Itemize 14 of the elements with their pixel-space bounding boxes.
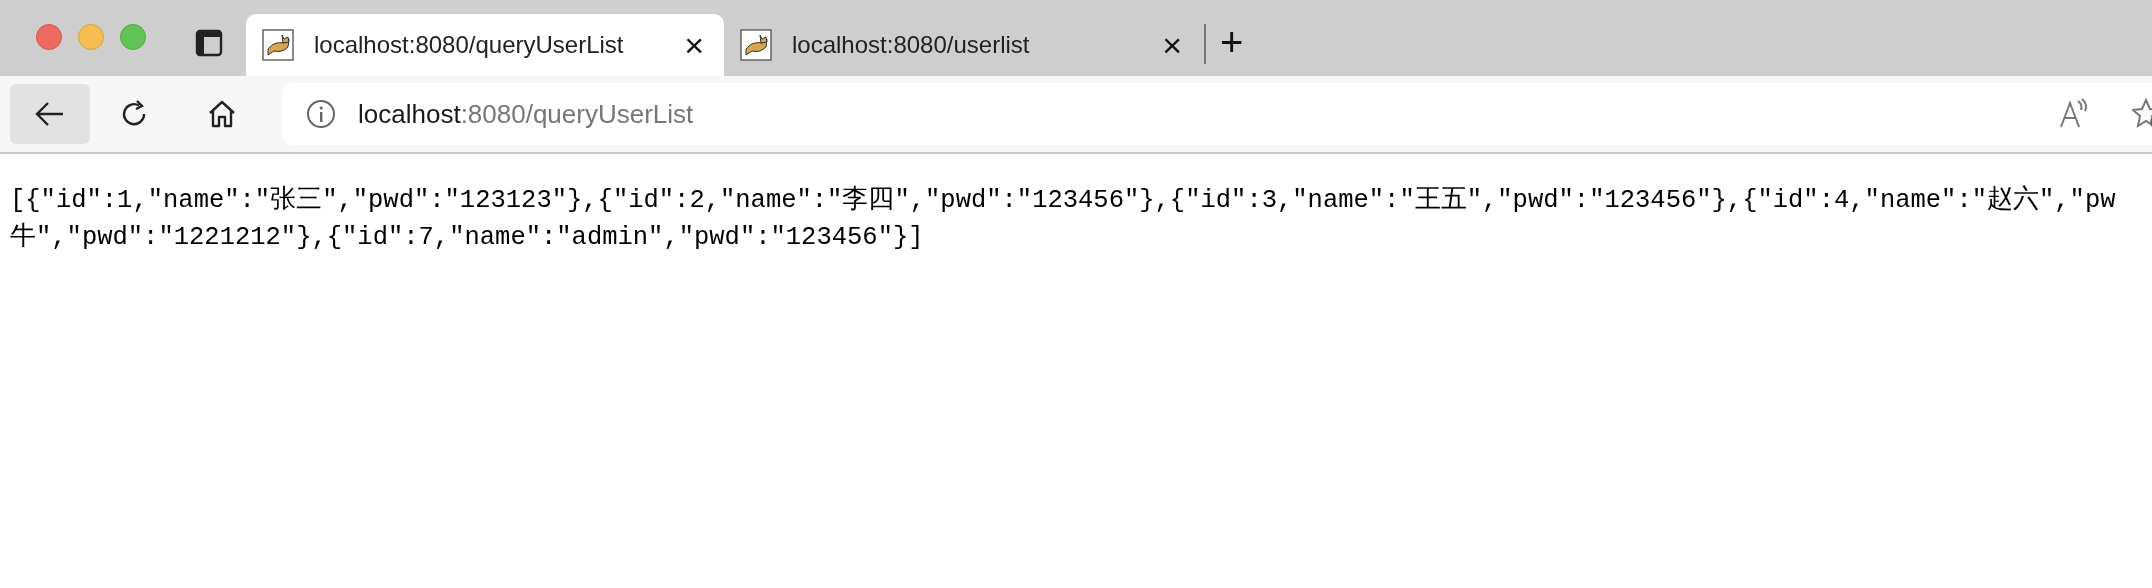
sidebar-icon[interactable] [194, 28, 224, 58]
json-text: 牛","pwd":"1221212"},{"id":7,"name":"admin","pwd":"123456"}] [10, 221, 925, 254]
tab-title: localhost:8080/queryUserList [314, 31, 625, 59]
browser-tab[interactable]: localhost:8080/queryUserList × [246, 14, 724, 76]
close-tab-button[interactable]: × [1158, 28, 1186, 62]
new-tab-button[interactable]: + [1220, 22, 1244, 62]
address-bar[interactable]: localhost:8080/queryUserList [282, 83, 2152, 145]
back-button[interactable] [10, 84, 90, 144]
close-tab-button[interactable]: × [680, 28, 708, 62]
browser-tab[interactable]: localhost:8080/userlist × [724, 14, 1202, 76]
json-text: [{"id":1,"name":"张三","pwd":"123123"},{"id":2,"name":"李四","pwd":"123456"},{"id":3,"name":"王五","pwd":"123456"},{"id":4,"name":"赵六","pw [10, 184, 2117, 217]
tab-title: localhost:8080/userlist [792, 31, 1031, 59]
info-icon[interactable] [304, 97, 338, 131]
url-text: localhost:8080/queryUserList [358, 98, 694, 130]
